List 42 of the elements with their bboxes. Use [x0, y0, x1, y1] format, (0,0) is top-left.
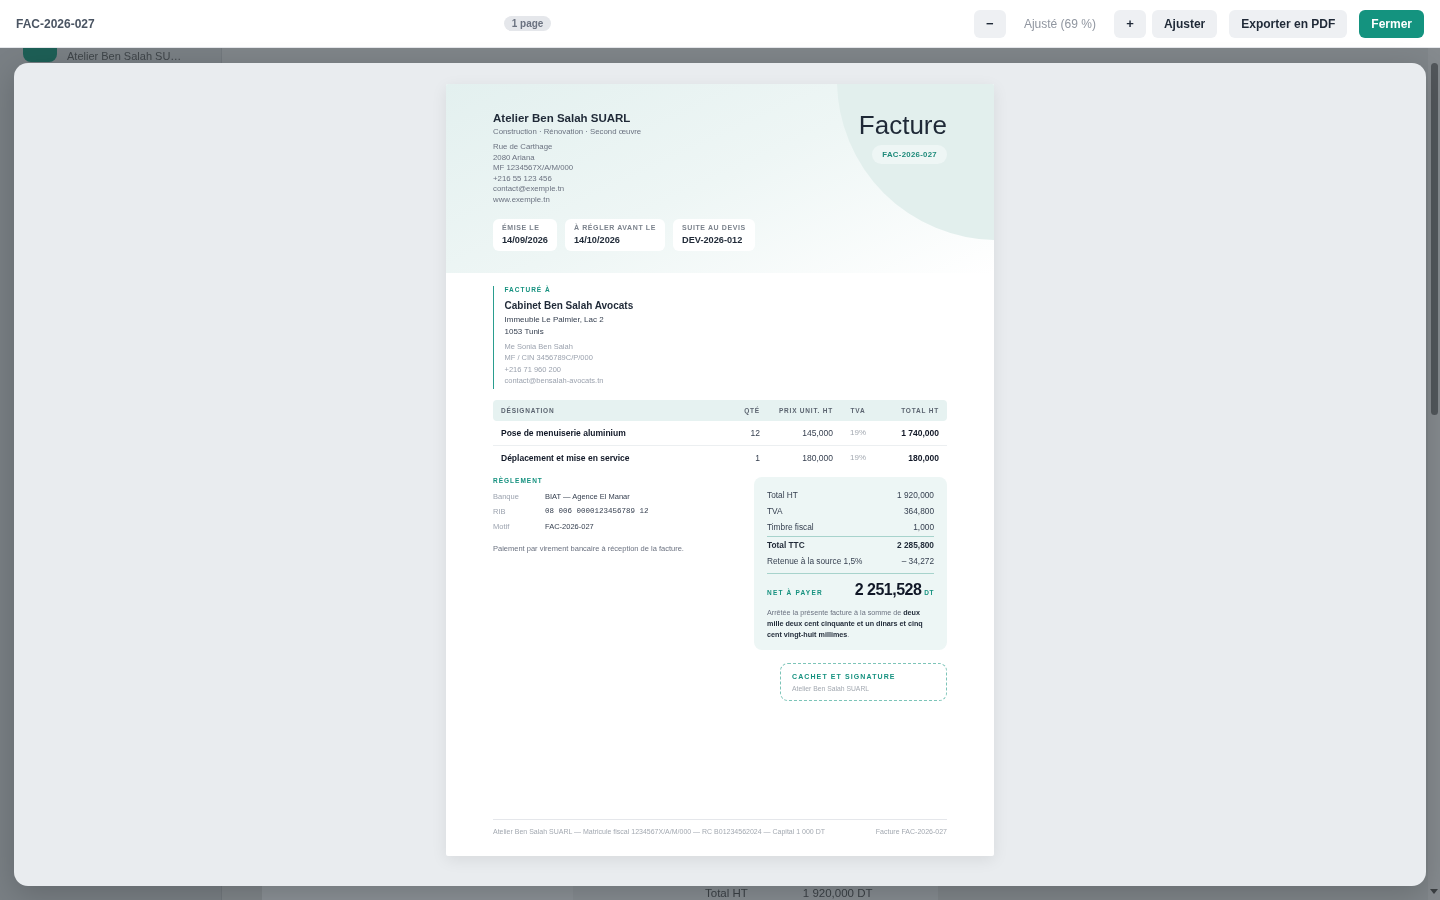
info-card-value: DEV-2026-012 — [682, 234, 744, 246]
totals-label: Timbre fiscal — [767, 520, 814, 534]
info-card-value: 14/09/2026 — [502, 234, 548, 246]
table-cell-text: 145,000 — [801, 427, 834, 438]
table-cell-text: 19% — [849, 453, 867, 463]
toolbar-button[interactable]: Ajuster — [1151, 9, 1218, 38]
scrollbar-thumb[interactable] — [1430, 63, 1438, 415]
zoom-out-button[interactable]: − — [973, 9, 1006, 38]
zoom-in-button[interactable]: + — [1113, 9, 1146, 38]
table-cell-text: 180,000 — [907, 452, 940, 463]
totals-value: 1 920,000 — [897, 488, 934, 502]
client-name: Cabinet Ben Salah Avocats — [504, 298, 635, 312]
table-cell-text: 180,000 — [801, 452, 834, 463]
totals-label: Total TTC — [767, 538, 805, 552]
table-cell-text: 12 — [749, 427, 761, 438]
summary-label: Total HT — [705, 887, 748, 900]
primary-button[interactable]: Fermer — [1359, 9, 1424, 38]
document-title: FAC-2026-027 — [16, 16, 95, 31]
info-card-value: 14/10/2026 — [574, 234, 621, 246]
totals-value: – 34,272 — [901, 554, 934, 568]
totals-label: Retenue à la source 1,5% — [767, 554, 863, 568]
net-amount: 2 251,528 — [854, 579, 922, 600]
invoice-title: Facture — [858, 110, 947, 140]
table-cell-text: 19% — [849, 428, 867, 438]
totals-value: 364,800 — [904, 504, 934, 518]
client-address-line: Immeuble Le Palmier, Lac 2 — [504, 313, 605, 326]
scroll-down-arrow-icon[interactable] — [1430, 889, 1438, 894]
totals-label: TVA — [767, 504, 783, 518]
table-cell-text: 1 740,000 — [900, 427, 940, 438]
toolbar-button[interactable]: Exporter en PDF — [1229, 9, 1348, 38]
client-address-line: 1053 Tunis — [504, 326, 545, 339]
table-cell-text: Déplacement et mise en service — [500, 452, 631, 463]
totals-value: 1,000 — [913, 520, 934, 534]
avatar-icon — [23, 48, 57, 62]
summary-value: 1 920,000 DT — [802, 887, 873, 900]
company-name: Atelier Ben Salah SUARL — [493, 111, 632, 125]
table-cell-text: 1 — [754, 452, 761, 463]
page-count-badge: 1 page — [503, 16, 552, 31]
table-cell-text: Pose de menuiserie aluminium — [500, 427, 627, 438]
zoom-level: Ajusté (69 %) — [1023, 16, 1096, 31]
totals-value: 2 285,800 — [897, 538, 934, 552]
totals-label: Total HT — [767, 488, 798, 502]
